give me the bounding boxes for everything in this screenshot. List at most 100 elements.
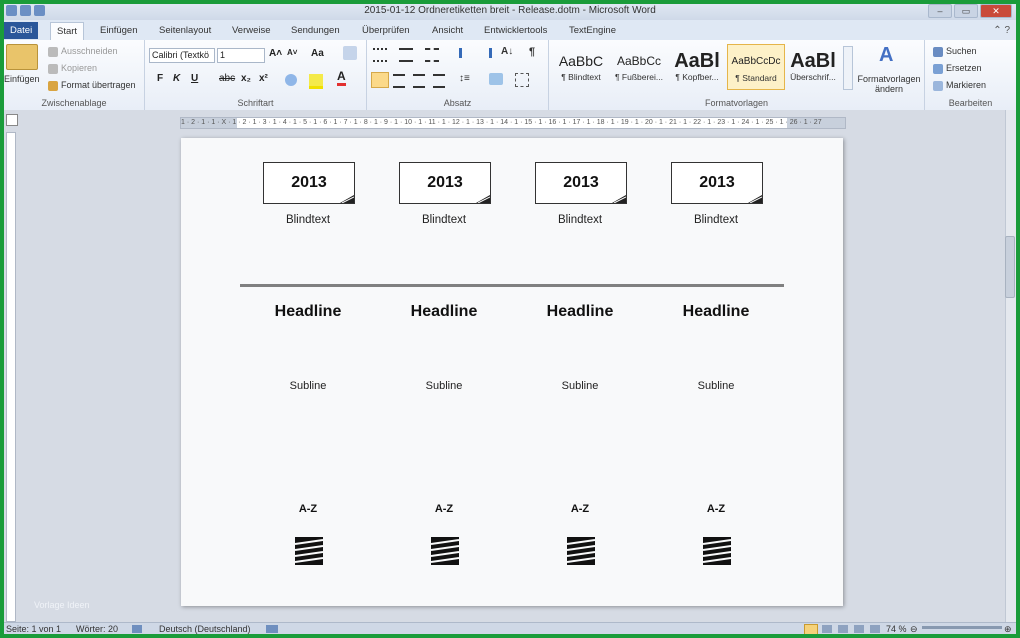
strikethrough-button[interactable]: abc <box>219 73 235 84</box>
subline: Subline <box>289 380 327 392</box>
year-text: 2013 <box>427 174 463 191</box>
help-icon[interactable]: ⌃ ? <box>993 25 1010 36</box>
minimize-button[interactable]: – <box>928 4 952 18</box>
decrease-indent-icon[interactable] <box>459 48 474 58</box>
text-effects-icon[interactable] <box>285 74 297 86</box>
styles-scroll-arrows[interactable] <box>843 46 853 90</box>
select-button[interactable]: Markieren <box>933 80 986 91</box>
proofing-icon[interactable] <box>132 625 142 633</box>
page-curl-icon <box>612 195 626 203</box>
tab-file[interactable]: Datei <box>4 22 39 39</box>
shrink-font-button[interactable]: A˅ <box>287 48 297 57</box>
grow-font-button[interactable]: A˄ <box>269 48 282 59</box>
format-painter-button[interactable]: Format übertragen <box>48 80 136 91</box>
replace-button[interactable]: Ersetzen <box>933 63 982 74</box>
style-footer[interactable]: AaBbCc ¶ Fußberei... <box>611 44 667 88</box>
tab-mailings[interactable]: Sendungen <box>285 22 346 39</box>
clear-formatting-icon[interactable] <box>343 46 357 60</box>
style-heading[interactable]: AaBl Überschrif... <box>785 44 841 88</box>
justify-icon[interactable] <box>433 74 445 88</box>
numbering-icon[interactable] <box>399 48 413 62</box>
borders-icon[interactable] <box>515 73 529 87</box>
stripes-logo-icon <box>703 537 731 565</box>
maximize-button[interactable]: ▭ <box>954 4 978 18</box>
document-page[interactable]: 2013 Blindtext Headline Subline A-Z 2013… <box>181 138 843 606</box>
zoom-level[interactable]: 74 % <box>886 623 907 634</box>
change-case-button[interactable]: Aa <box>311 48 324 59</box>
underline-button[interactable]: U <box>191 73 198 84</box>
tab-page-layout[interactable]: Seitenlayout <box>153 22 217 39</box>
bold-button[interactable]: F <box>157 73 163 84</box>
word-count[interactable]: Wörter: 20 <box>76 623 118 634</box>
bullets-icon[interactable] <box>373 48 387 62</box>
align-right-icon[interactable] <box>413 74 425 88</box>
web-layout-icon[interactable] <box>838 625 848 633</box>
tab-insert[interactable]: Einfügen <box>94 22 144 39</box>
font-color-icon[interactable]: A <box>337 70 346 86</box>
zoom-slider[interactable] <box>922 626 1002 629</box>
highlight-icon[interactable] <box>309 74 323 89</box>
page-count[interactable]: Seite: 1 von 1 <box>6 623 61 634</box>
language[interactable]: Deutsch (Deutschland) <box>159 623 251 634</box>
paste-button[interactable]: Einfügen <box>4 74 40 84</box>
ribbon-tabs: Datei Start Einfügen Seitenlayout Verwei… <box>4 20 1016 40</box>
fullscreen-reading-icon[interactable] <box>822 625 832 633</box>
tab-developer[interactable]: Entwicklertools <box>478 22 553 39</box>
copy-button[interactable]: Kopieren <box>48 63 97 74</box>
shading-icon[interactable] <box>489 73 503 85</box>
print-layout-icon[interactable] <box>804 624 818 634</box>
find-button[interactable]: Suchen <box>933 46 977 57</box>
align-left-icon[interactable] <box>371 72 389 88</box>
zoom-out-button[interactable]: ⊖ <box>910 623 918 634</box>
ruler-ticks: 1 · 2 · 1 · 1 · X · 1 · 2 · 1 · 3 · 1 · … <box>181 119 822 126</box>
tab-references[interactable]: Verweise <box>226 22 277 39</box>
macro-icon[interactable] <box>266 625 278 633</box>
cut-button[interactable]: Ausschneiden <box>48 46 118 57</box>
label-column: 2013 Blindtext Headline Subline A-Z <box>384 138 504 606</box>
paragraph-group-label: Absatz <box>443 98 472 108</box>
style-standard[interactable]: AaBbCcDc ¶ Standard <box>727 44 785 90</box>
replace-icon <box>933 63 943 74</box>
paragraph-group: A↓ ¶ ↕≡ Absatz <box>367 40 549 110</box>
italic-button[interactable]: K <box>173 73 180 84</box>
style-name: ¶ Kopfber... <box>675 72 719 82</box>
vertical-ruler[interactable] <box>6 132 16 622</box>
year-box: 2013 <box>535 162 627 204</box>
horizontal-ruler[interactable]: 1 · 2 · 1 · 1 · X · 1 · 2 · 1 · 3 · 1 · … <box>180 117 846 129</box>
tab-selector[interactable] <box>6 114 18 126</box>
multilevel-list-icon[interactable] <box>425 48 439 62</box>
clipboard-group: Einfügen Ausschneiden Kopieren Format üb… <box>4 40 145 110</box>
superscript-button[interactable]: x² <box>259 73 268 84</box>
tab-textengine[interactable]: TextEngine <box>563 22 622 39</box>
az-label: A-Z <box>706 503 726 515</box>
zoom-in-button[interactable]: ⊕ <box>1004 623 1012 634</box>
scrollbar-thumb[interactable] <box>1005 236 1015 298</box>
font-size-combo[interactable]: 1 <box>217 48 265 63</box>
tab-view[interactable]: Ansicht <box>426 22 469 39</box>
brush-icon <box>48 80 58 91</box>
style-blindtext[interactable]: AaBbC ¶ Blindtext <box>553 44 609 88</box>
change-styles-button[interactable]: Formatvorlagen ändern <box>855 74 923 94</box>
draft-icon[interactable] <box>870 625 880 633</box>
font-name-combo[interactable]: Calibri (Textkö <box>149 48 215 63</box>
outline-icon[interactable] <box>854 625 864 633</box>
tab-review[interactable]: Überprüfen <box>356 22 416 39</box>
align-center-icon[interactable] <box>393 74 405 88</box>
show-formatting-icon[interactable]: ¶ <box>529 46 535 58</box>
tab-start[interactable]: Start <box>50 22 85 40</box>
az-label: A-Z <box>570 503 590 515</box>
close-button[interactable]: ✕ <box>980 4 1012 18</box>
style-header[interactable]: AaBl ¶ Kopfber... <box>669 44 725 88</box>
line-spacing-icon[interactable]: ↕≡ <box>459 73 470 84</box>
window-controls: – ▭ ✕ <box>928 4 1012 18</box>
subscript-button[interactable]: x₂ <box>241 73 251 84</box>
stripes-logo-icon <box>567 537 595 565</box>
style-sample: AaBl <box>790 50 836 72</box>
label-column: 2013 Blindtext Headline Subline A-Z <box>520 138 640 606</box>
page-curl-icon <box>476 195 490 203</box>
vertical-scrollbar[interactable] <box>1005 110 1016 622</box>
increase-indent-icon[interactable] <box>477 48 492 58</box>
paste-icon[interactable] <box>6 44 38 70</box>
sort-icon[interactable]: A↓ <box>501 46 513 57</box>
headline: Headline <box>410 303 478 320</box>
